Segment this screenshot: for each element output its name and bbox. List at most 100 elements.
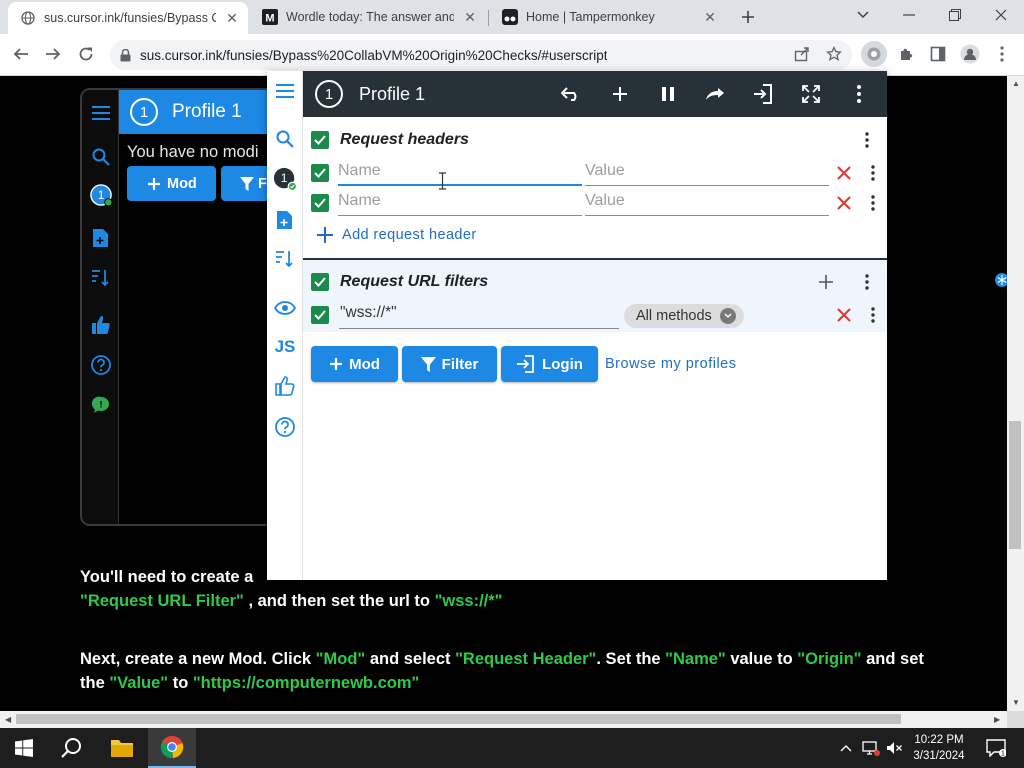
profile-avatar-icon[interactable] — [957, 41, 983, 67]
scroll-down-arrow-icon[interactable]: ▼ — [1012, 698, 1020, 707]
row-menu-icon[interactable] — [865, 161, 881, 185]
search-icon[interactable] — [273, 127, 297, 151]
popup-header: 1 Profile 1 — [303, 71, 887, 117]
delete-row-icon[interactable] — [835, 194, 853, 212]
help-icon[interactable] — [273, 415, 297, 439]
tab-search-chevron-icon[interactable] — [840, 0, 886, 30]
header-name-input[interactable]: Name — [338, 188, 582, 216]
modheader-extension-icon[interactable] — [861, 41, 887, 67]
request-headers-checkbox[interactable] — [311, 131, 329, 149]
undo-icon[interactable] — [559, 82, 583, 106]
add-icon[interactable] — [608, 82, 632, 106]
scroll-left-arrow-icon[interactable]: ◀ — [5, 715, 11, 724]
new-tab-button[interactable] — [737, 6, 759, 28]
row-menu-icon[interactable] — [865, 191, 881, 215]
modheader-popup: 1 JS 1 Profile 1 Request headers Name Va… — [267, 71, 887, 580]
login-button[interactable]: Login — [501, 346, 598, 382]
header-row-checkbox[interactable] — [311, 194, 329, 212]
start-button[interactable] — [0, 728, 48, 768]
volume-muted-icon[interactable] — [884, 728, 904, 768]
text-cursor-icon — [438, 172, 447, 190]
filter-button-label: Filter — [441, 355, 479, 373]
header-value-input[interactable]: Value — [585, 188, 829, 216]
scrollbar-corner — [1007, 711, 1024, 728]
add-request-header-link[interactable]: Add request header — [316, 226, 477, 244]
login-icon — [517, 355, 534, 373]
horizontal-scroll-thumb[interactable] — [16, 714, 901, 724]
close-window-button[interactable] — [978, 0, 1024, 30]
horizontal-scrollbar[interactable]: ◀ ▶ — [0, 711, 1007, 728]
plus-icon — [317, 227, 333, 243]
methods-chip[interactable]: All methods — [624, 304, 744, 328]
close-tab-icon[interactable]: ✕ — [224, 10, 240, 26]
section-menu-icon[interactable] — [859, 128, 875, 152]
header-row-checkbox[interactable] — [311, 164, 329, 182]
windows-taskbar: 10:22 PM 3/31/2024 1 — [0, 728, 1024, 768]
row-menu-icon[interactable] — [865, 303, 881, 327]
restore-button[interactable] — [932, 0, 978, 30]
filter-button[interactable]: Filter — [402, 346, 497, 382]
tray-chevron-up-icon[interactable] — [836, 728, 856, 768]
chrome-menu-icon[interactable] — [989, 41, 1015, 67]
more-options-icon[interactable] — [847, 82, 871, 106]
lock-icon[interactable] — [120, 48, 131, 62]
url-filter-input[interactable]: "wss://*" — [339, 301, 619, 329]
header-value-input[interactable]: Value — [585, 158, 829, 186]
mod-button-label: Mod — [349, 355, 380, 373]
scroll-right-arrow-icon[interactable]: ▶ — [994, 715, 1000, 724]
javascript-icon[interactable]: JS — [273, 333, 297, 357]
demo-profile-number: 1 — [130, 98, 158, 126]
eye-icon[interactable] — [273, 296, 297, 320]
reload-button[interactable] — [71, 39, 101, 69]
menu-icon[interactable] — [273, 79, 297, 103]
search-icon — [61, 738, 81, 758]
demo-profile-name: Profile 1 — [172, 101, 242, 122]
taskbar-clock[interactable]: 10:22 PM 3/31/2024 — [903, 732, 975, 764]
share-arrow-icon[interactable] — [703, 82, 727, 106]
expand-icon[interactable] — [799, 82, 823, 106]
delete-row-icon[interactable] — [835, 164, 853, 182]
address-bar[interactable]: sus.cursor.ink/funsies/Bypass%20CollabVM… — [110, 40, 852, 70]
chrome-taskbar-button[interactable] — [148, 728, 196, 768]
file-explorer-button[interactable] — [98, 728, 146, 768]
back-button[interactable] — [6, 39, 36, 69]
network-icon[interactable] — [860, 728, 882, 768]
url-filters-checkbox[interactable] — [311, 273, 329, 291]
instruction-1-part: "wss://*" — [434, 592, 503, 610]
header-name-input[interactable]: Name — [338, 158, 582, 186]
scroll-up-arrow-icon[interactable]: ▲ — [1012, 79, 1020, 88]
close-tab-icon[interactable]: ✕ — [702, 9, 718, 25]
tab-wordle[interactable]: M Wordle today: The answer and hi ✕ — [250, 0, 486, 34]
minimize-button[interactable] — [886, 0, 932, 30]
add-filter-icon[interactable] — [818, 270, 834, 294]
request-headers-title: Request headers — [340, 131, 469, 148]
plus-icon — [148, 177, 160, 190]
search-taskbar-button[interactable] — [48, 728, 96, 768]
browse-profiles-link[interactable]: Browse my profiles — [605, 356, 736, 372]
import-icon[interactable] — [751, 82, 775, 106]
section-menu-icon[interactable] — [859, 270, 875, 294]
mod-button[interactable]: Mod — [311, 346, 398, 382]
vertical-scroll-thumb[interactable] — [1009, 421, 1021, 549]
add-profile-icon[interactable] — [273, 208, 297, 232]
vertical-scrollbar[interactable]: ▲ ▼ — [1007, 76, 1024, 712]
tab-sus-cursor[interactable]: sus.cursor.ink/funsies/Bypass Co ✕ — [8, 2, 248, 34]
notification-center-icon[interactable]: 1 — [981, 728, 1011, 768]
thumbs-up-icon[interactable] — [273, 374, 297, 398]
share-icon[interactable] — [789, 41, 815, 67]
url-text[interactable]: sus.cursor.ink/funsies/Bypass%20CollabVM… — [140, 48, 607, 63]
extensions-puzzle-icon[interactable] — [893, 41, 919, 67]
profile-1-badge-icon[interactable]: 1 — [273, 167, 297, 192]
sort-icon[interactable] — [273, 247, 297, 271]
svg-text:1: 1 — [281, 171, 288, 185]
tab-tampermonkey[interactable]: Home | Tampermonkey ✕ — [490, 0, 726, 34]
filter-row-checkbox[interactable] — [311, 306, 329, 324]
pause-icon[interactable] — [656, 82, 680, 106]
forward-button[interactable] — [38, 39, 68, 69]
side-panel-icon[interactable] — [925, 41, 951, 67]
close-tab-icon[interactable]: ✕ — [462, 9, 478, 25]
bookmark-star-icon[interactable] — [821, 41, 847, 67]
profile-name[interactable]: Profile 1 — [359, 84, 425, 105]
tab-title: Home | Tampermonkey — [526, 10, 655, 24]
delete-filter-icon[interactable] — [835, 306, 853, 324]
